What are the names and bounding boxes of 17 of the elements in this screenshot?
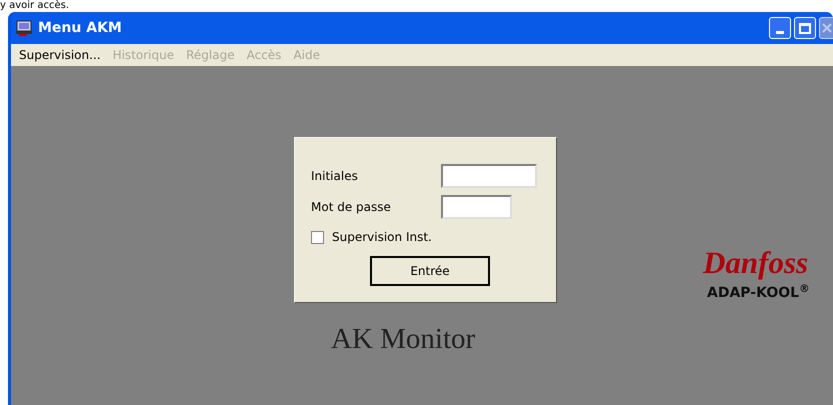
product-name: ADAP-KOOL$^{®}$ [707, 283, 810, 303]
window-title: Menu AKM [38, 18, 122, 38]
input-field[interactable] [441, 194, 512, 218]
brand-logo: Danfoss [703, 244, 808, 282]
checkbox[interactable] [311, 230, 324, 244]
minimize-button[interactable] [769, 17, 791, 39]
caption-text: y avoir accès. [0, 0, 69, 12]
computer-icon [15, 19, 33, 37]
field-label: Mot de passe [311, 198, 392, 216]
maximize-button[interactable] [794, 17, 816, 39]
input-field[interactable] [441, 164, 537, 188]
enter-button[interactable]: Entrée [370, 256, 490, 286]
checkbox-label: Supervision Inst. [332, 229, 432, 246]
app-title: AK Monitor [331, 322, 476, 357]
menu-item[interactable]: Supervision... [19, 46, 101, 64]
close-icon [822, 23, 832, 33]
field-label: Initiales [311, 168, 359, 184]
